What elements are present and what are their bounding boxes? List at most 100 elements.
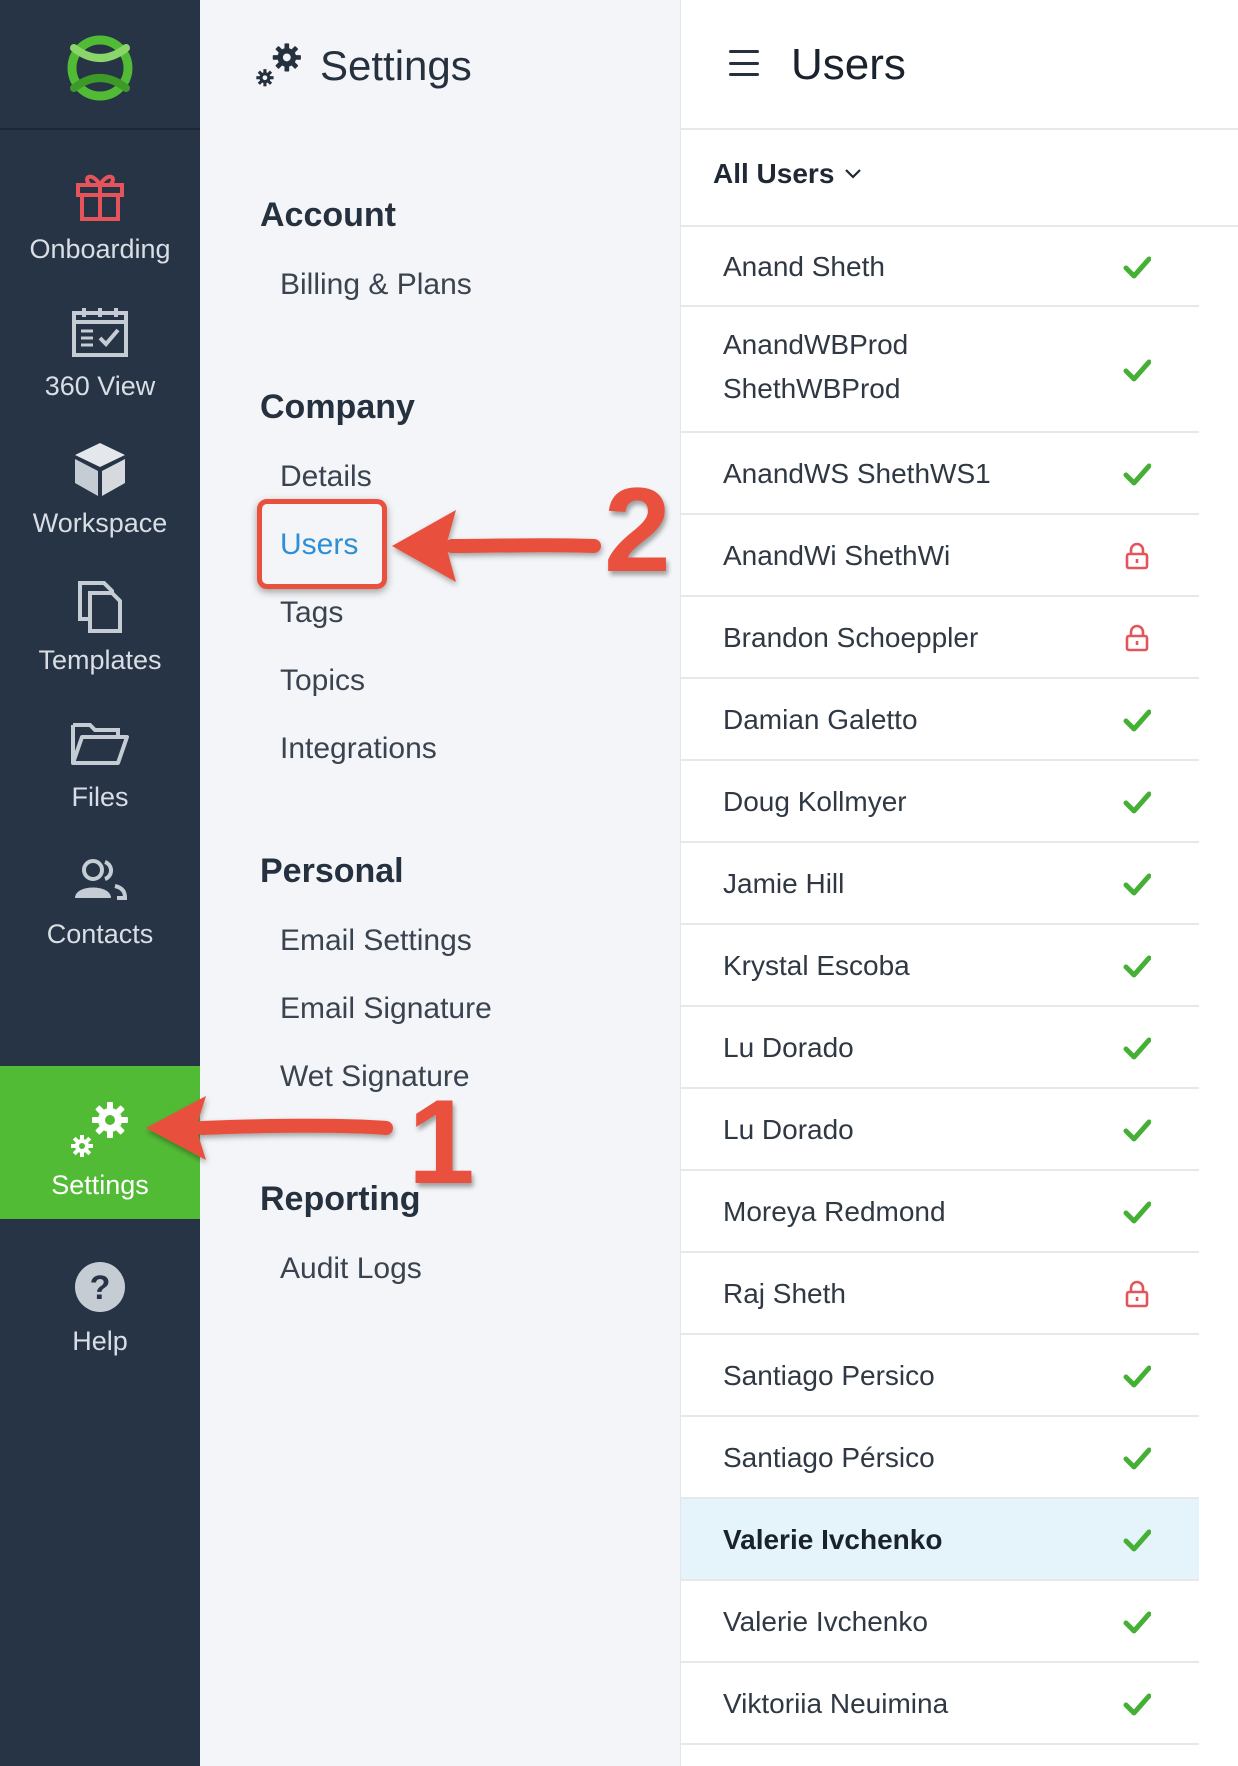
users-panel: Users All Users Anand Sheth AnandWBProd S… [680,0,1238,1766]
check-icon [1123,1526,1152,1554]
user-name: AnandWS ShethWS1 [723,458,991,489]
settings-link-details[interactable]: Details [280,460,372,494]
user-name: Anand Sheth [723,251,885,282]
user-name: AnandWi ShethWi [723,540,951,571]
nav-label: Templates [38,645,162,675]
gears-icon [71,1102,128,1157]
scroll-track [1199,227,1238,1766]
check-icon [1123,460,1152,488]
nav-label: Workspace [32,508,168,538]
settings-link-audit-logs[interactable]: Audit Logs [280,1252,422,1286]
check-icon [1123,1608,1152,1636]
settings-panel: Settings Account Billing & Plans Company… [200,0,680,1766]
user-name: Raj Sheth [723,1278,846,1309]
folder-icon [71,723,129,765]
nav-item-help[interactable]: ? Help [0,1222,200,1375]
check-icon [1123,1034,1152,1062]
check-icon [1123,1690,1152,1718]
check-icon [1123,870,1152,898]
user-row[interactable]: AnandWBProd ShethWBProd [681,307,1199,433]
user-row[interactable]: Valerie Ivchenko [681,1581,1199,1663]
user-name: Lu Dorado [723,1114,854,1145]
user-row[interactable]: AnandWS ShethWS1 [681,433,1199,515]
nav-item-templates[interactable]: Templates [0,541,200,694]
user-name: Moreya Redmond [723,1196,946,1227]
hamburger-menu-icon[interactable] [729,50,759,76]
check-icon [1123,1444,1152,1472]
chevron-down-icon [845,169,862,179]
nav-label: Onboarding [29,234,171,264]
user-name: Damian Galetto [723,704,918,735]
settings-link-email-settings[interactable]: Email Settings [280,924,472,958]
svg-text:?: ? [90,1269,111,1307]
nav-item-contacts[interactable]: Contacts [0,815,200,968]
gears-icon [256,43,301,87]
check-icon [1123,356,1152,384]
gift-icon [76,174,124,221]
user-list: Anand Sheth AnandWBProd ShethWBProd AnandW… [681,227,1199,1745]
user-row[interactable]: Anand Sheth [681,227,1199,307]
user-name: Santiago Persico [723,1360,935,1391]
annotation-highlight-box [257,499,387,589]
copy-icon [78,581,122,633]
user-row[interactable]: Doug Kollmyer [681,761,1199,843]
section-heading-personal: Personal [260,852,404,890]
settings-link-email-signature[interactable]: Email Signature [280,992,492,1026]
nav-label: Files [71,782,129,812]
check-icon [1123,788,1152,816]
user-row[interactable]: Damian Galetto [681,679,1199,761]
calendar-check-icon [72,308,128,357]
nav-item-files[interactable]: Files [0,678,200,831]
settings-link-billing-plans[interactable]: Billing & Plans [280,268,472,302]
user-name: Jamie Hill [723,868,845,899]
check-icon [1123,706,1152,734]
check-icon [1123,1362,1152,1390]
nav-label: 360 View [44,371,156,401]
check-icon [1123,1198,1152,1226]
check-icon [1123,1116,1152,1144]
nav-label: Contacts [46,919,154,949]
user-filter-dropdown[interactable]: All Users [713,158,862,190]
help-icon: ? [75,1262,125,1312]
user-row[interactable]: Jamie Hill [681,843,1199,925]
user-name: Viktoriia Neuimina [723,1688,949,1719]
user-name: Lu Dorado [723,1032,854,1063]
users-title: Users [791,40,906,89]
users-filter-bar: All Users [681,130,1238,227]
settings-link-topics[interactable]: Topics [280,664,365,698]
user-name: Valerie Ivchenko [723,1606,928,1637]
section-heading-company: Company [260,388,415,426]
user-name: AnandWBProd ShethWBProd [723,329,909,404]
user-row[interactable]: Santiago Persico [681,1335,1199,1417]
user-row[interactable]: Moreya Redmond [681,1171,1199,1253]
settings-link-tags[interactable]: Tags [280,596,343,630]
user-row[interactable]: Santiago Pérsico [681,1417,1199,1499]
nav-label: Help [72,1326,128,1356]
annotation-step-2: 2 [604,463,671,597]
lock-icon [1123,1280,1151,1308]
users-icon [75,859,128,900]
user-row[interactable]: Raj Sheth [681,1253,1199,1335]
user-row[interactable]: Viktoriia Neuimina [681,1663,1199,1745]
user-name: Santiago Pérsico [723,1442,935,1473]
user-row[interactable]: Lu Dorado [681,1089,1199,1171]
user-row[interactable]: AnandWi ShethWi [681,515,1199,597]
settings-link-integrations[interactable]: Integrations [280,732,437,766]
check-icon [1123,952,1152,980]
section-heading-account: Account [260,196,396,234]
user-row[interactable]: Krystal Escoba [681,925,1199,1007]
user-row[interactable]: Valerie Ivchenko [681,1499,1199,1581]
lock-icon [1123,542,1151,570]
settings-title: Settings [320,42,472,89]
main-nav: Onboarding 360 View Workspace Templates … [0,0,200,1766]
user-name: Krystal Escoba [723,950,910,981]
user-row[interactable]: Brandon Schoeppler [681,597,1199,679]
annotation-arrow-2 [392,510,601,582]
logo-icon [67,35,133,101]
user-row[interactable]: Lu Dorado [681,1007,1199,1089]
nav-item-onboarding[interactable]: Onboarding [0,130,200,283]
nav-item-workspace[interactable]: Workspace [0,404,200,557]
user-filter-label: All Users [713,158,835,189]
nav-item-360-view[interactable]: 360 View [0,267,200,420]
app-logo[interactable] [0,0,200,130]
